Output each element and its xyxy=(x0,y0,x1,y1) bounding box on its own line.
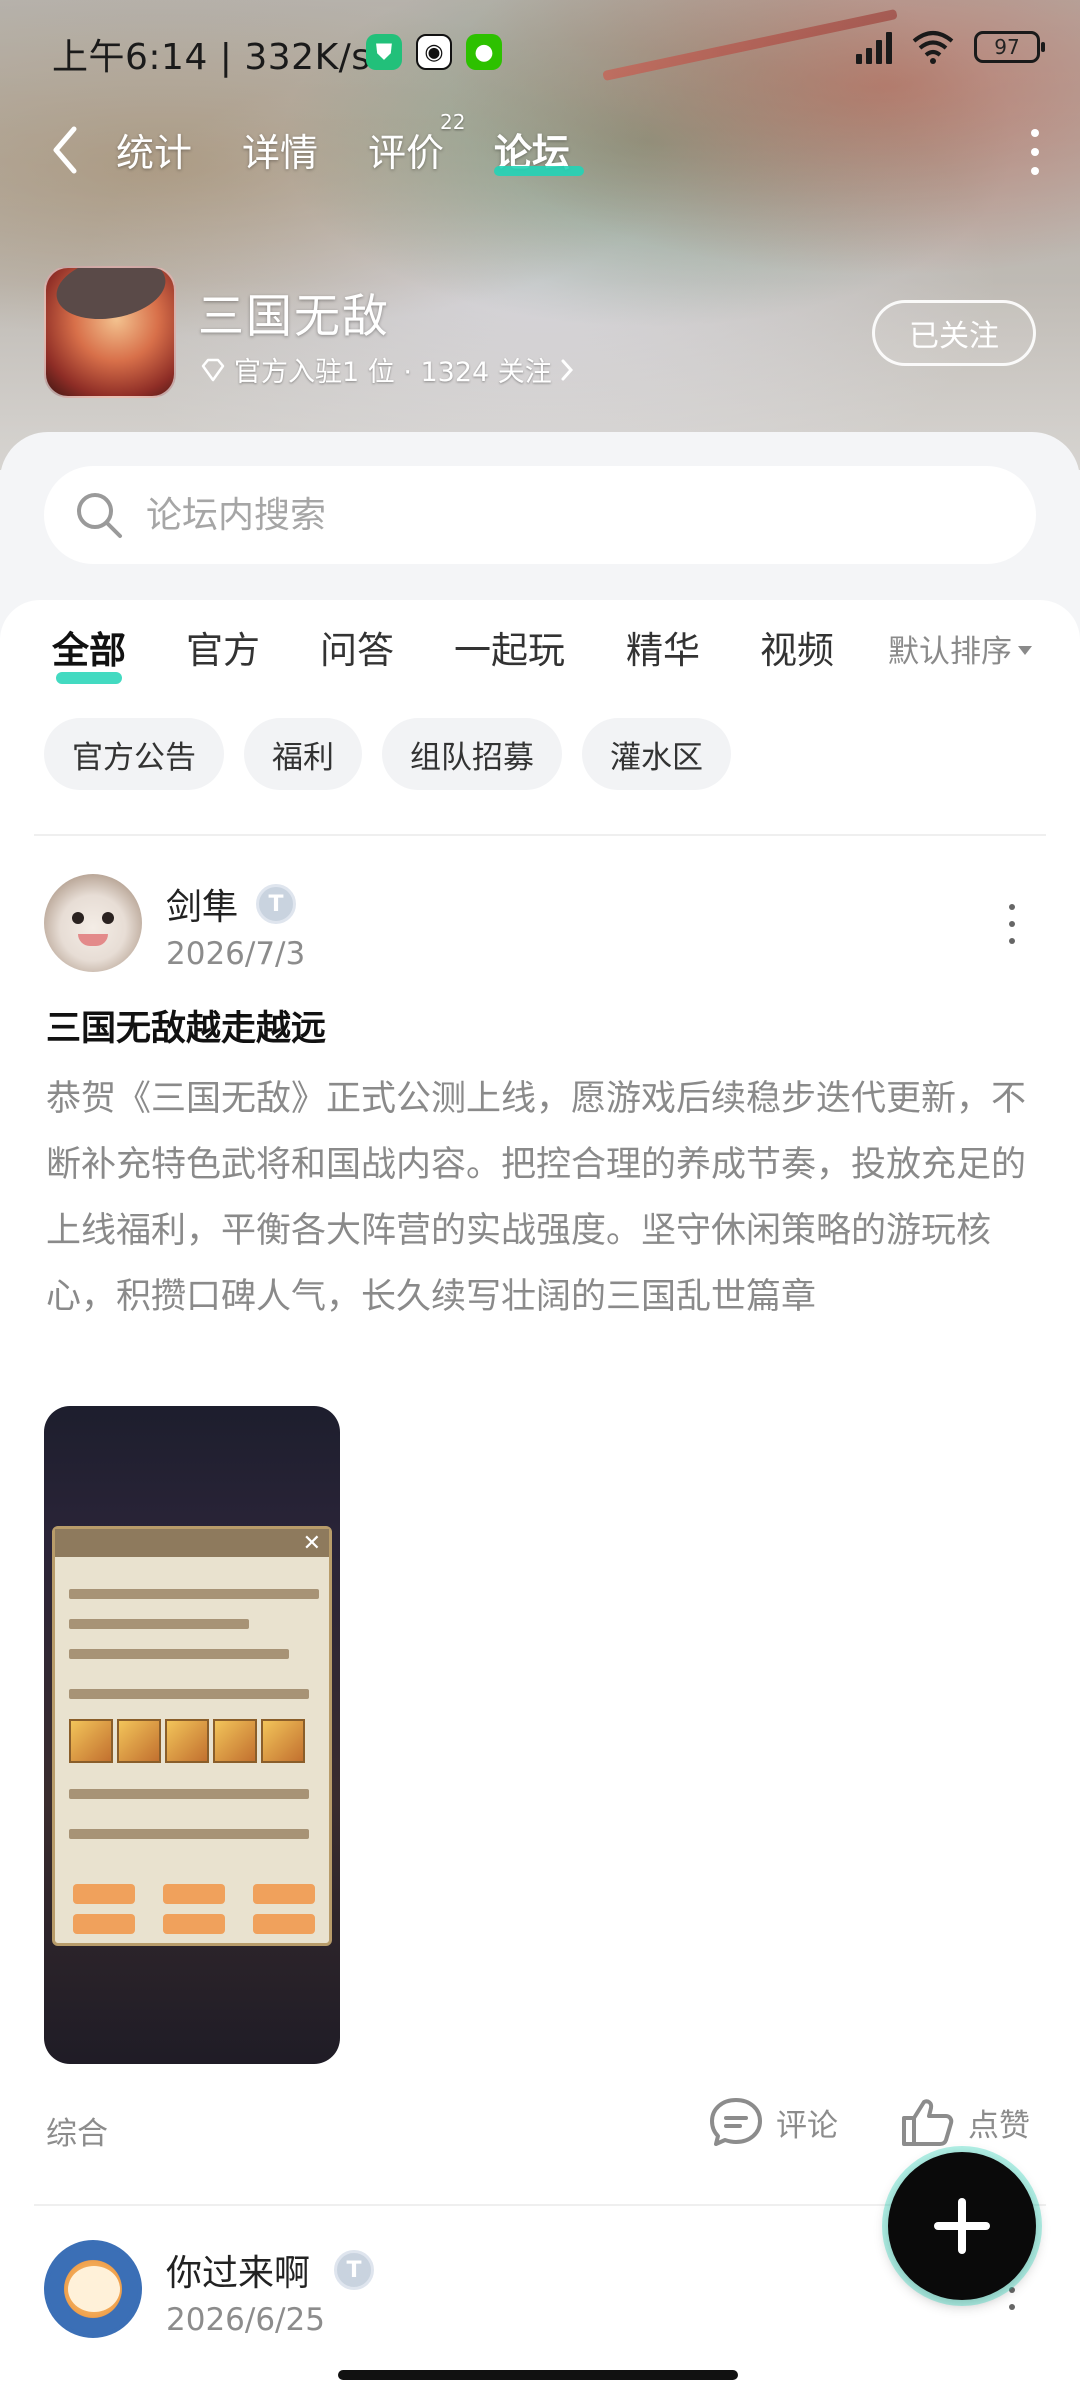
post-body[interactable]: 恭贺《三国无敌》正式公测上线，愿游戏后续稳步迭代更新，不断补充特色武将和国战内容… xyxy=(46,1066,1036,1330)
post-author[interactable]: 剑隼 xyxy=(166,878,238,930)
post-date: 2026/7/3 xyxy=(166,936,306,972)
chip-official-announcement[interactable]: 官方公告 xyxy=(44,718,224,790)
search-icon xyxy=(77,493,122,538)
post-author[interactable]: 你过来啊 xyxy=(166,2244,310,2296)
game-meta[interactable]: 官方入驻1 位 · 1324 关注 xyxy=(200,350,574,389)
tab-stats[interactable]: 统计 xyxy=(116,122,192,177)
post-title[interactable]: 三国无敌越走越远 xyxy=(46,1000,326,1051)
status-time: 上午6:14 | 332K/s xyxy=(52,37,371,78)
avatar[interactable] xyxy=(44,874,142,972)
game-meta-text: 官方入驻1 位 · 1324 关注 xyxy=(234,357,552,388)
create-post-button[interactable] xyxy=(882,2146,1042,2306)
caret-down-icon xyxy=(1018,646,1032,655)
active-tab-indicator xyxy=(494,166,584,176)
thumbs-up-icon xyxy=(902,2099,954,2146)
category-tab-all[interactable]: 全部 xyxy=(52,620,126,674)
sort-dropdown[interactable]: 默认排序 xyxy=(888,626,1032,671)
game-icon[interactable] xyxy=(44,266,176,398)
status-app-icons: ⛊ ◉ ● xyxy=(366,34,502,70)
chip-benefits[interactable]: 福利 xyxy=(244,718,362,790)
category-tab-play-together[interactable]: 一起玩 xyxy=(454,620,565,674)
chip-chat-zone[interactable]: 灌水区 xyxy=(582,718,731,790)
system-icons: 97 xyxy=(856,30,1045,64)
forum-search-bar[interactable] xyxy=(44,466,1036,564)
search-input[interactable] xyxy=(146,494,946,536)
screenshot-info-panel: ✕ xyxy=(52,1526,332,1946)
home-indicator[interactable] xyxy=(338,2370,738,2380)
divider xyxy=(34,834,1046,836)
category-tab-video[interactable]: 视频 xyxy=(760,620,834,674)
avatar[interactable] xyxy=(44,2240,142,2338)
category-tab-official[interactable]: 官方 xyxy=(186,620,260,674)
comment-label: 评论 xyxy=(776,2107,838,2144)
chevron-right-icon xyxy=(561,359,573,380)
game-title: 三国无敌 xyxy=(198,289,390,343)
top-navigation: 统计 详情 评价 22 论坛 xyxy=(0,110,1080,190)
comment-button[interactable]: 评论 xyxy=(708,2096,838,2148)
battery-icon: 97 xyxy=(974,31,1045,63)
like-button[interactable]: 点赞 xyxy=(900,2096,1030,2148)
post-more-button[interactable] xyxy=(1002,904,1022,944)
comment-icon xyxy=(710,2098,762,2146)
category-tab-featured[interactable]: 精华 xyxy=(626,620,700,674)
shield-icon: ⛊ xyxy=(366,34,402,70)
category-tab-qa[interactable]: 问答 xyxy=(320,620,394,674)
diamond-icon xyxy=(201,358,225,381)
post-category-tag[interactable]: 综合 xyxy=(46,2108,108,2153)
topic-chips: 官方公告 福利 组队招募 灌水区 xyxy=(44,718,731,790)
wifi-icon xyxy=(912,31,954,64)
category-active-indicator xyxy=(56,672,122,684)
status-bar: 上午6:14 | 332K/s ⛊ ◉ ● 97 xyxy=(0,0,1080,100)
chip-team-recruit[interactable]: 组队招募 xyxy=(382,718,562,790)
back-button[interactable] xyxy=(40,120,90,180)
post-date: 2026/6/25 xyxy=(166,2302,325,2338)
post-image-screenshot[interactable]: ✕ xyxy=(44,1406,340,2064)
more-options-button[interactable] xyxy=(1020,124,1050,180)
user-level-icon: T xyxy=(256,884,296,924)
signal-icon xyxy=(856,30,892,64)
tab-reviews[interactable]: 评价 xyxy=(368,122,444,177)
sort-label: 默认排序 xyxy=(888,634,1012,670)
category-tabs: 全部 官方 问答 一起玩 精华 视频 默认排序 xyxy=(0,620,1080,690)
tab-details[interactable]: 详情 xyxy=(242,122,318,177)
qq-icon: ◉ xyxy=(416,34,452,70)
reviews-count-badge: 22 xyxy=(440,110,466,134)
chevron-left-icon xyxy=(53,126,77,174)
user-level-icon: T xyxy=(334,2250,374,2290)
wechat-icon: ● xyxy=(466,34,502,70)
follow-button[interactable]: 已关注 xyxy=(872,300,1036,366)
like-label: 点赞 xyxy=(968,2107,1030,2144)
